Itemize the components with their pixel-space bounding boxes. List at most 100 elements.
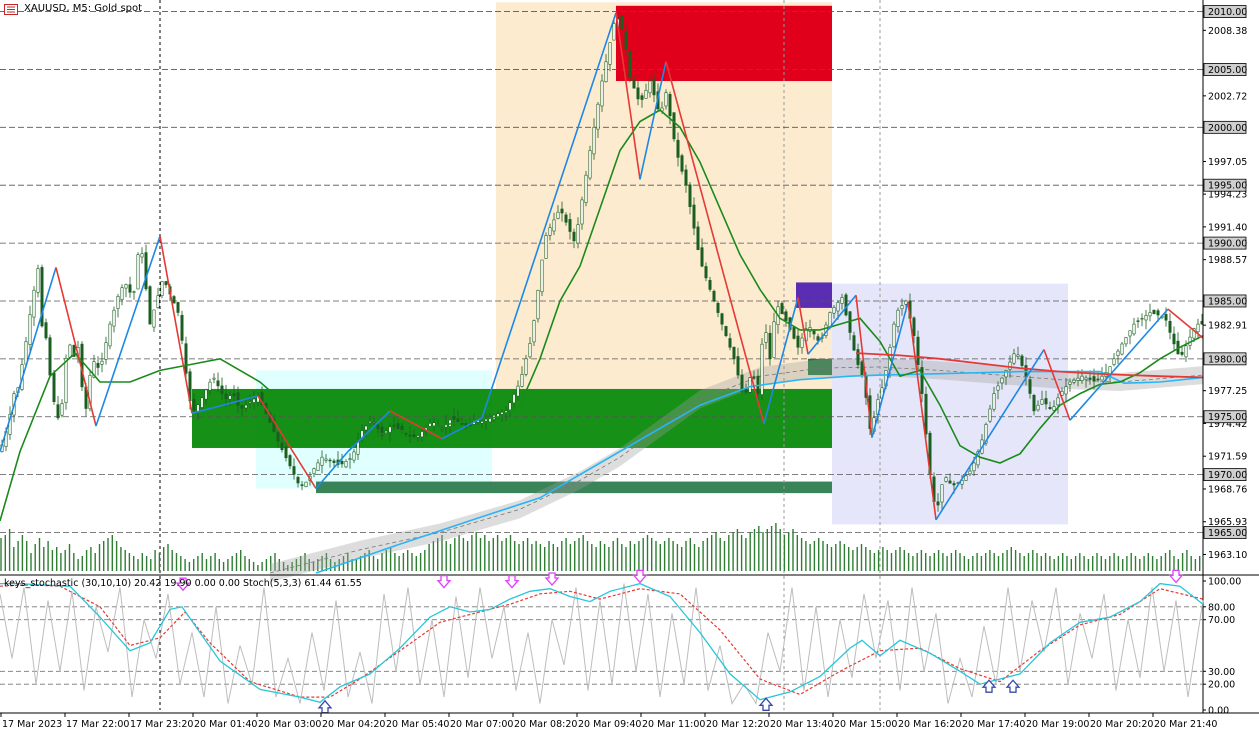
candle-body [720, 313, 724, 325]
candle-body [368, 421, 372, 424]
candle-body [228, 395, 232, 400]
candle-body [372, 421, 376, 424]
candle-body [112, 309, 116, 327]
candle [1124, 337, 1128, 347]
level-label-text: 1985.00 [1208, 296, 1247, 307]
candle-body [936, 501, 940, 506]
candle-body [712, 290, 716, 302]
candle-body [528, 343, 532, 358]
level-label-text: 2000.00 [1208, 123, 1247, 134]
candle-body [96, 362, 100, 368]
candle-body [708, 279, 712, 290]
candle [60, 399, 64, 418]
candle-body [160, 281, 164, 296]
candle [1152, 309, 1156, 315]
candle-body [536, 289, 540, 320]
candle-body [992, 393, 996, 410]
candle-body [164, 281, 168, 286]
candle-body [416, 435, 420, 438]
level-label-text: 1995.00 [1208, 181, 1247, 192]
candle-body [120, 287, 124, 301]
candle-body [144, 252, 148, 290]
candle-body [692, 204, 696, 229]
candle-body [704, 266, 708, 279]
candle-body [252, 398, 256, 403]
candle [116, 293, 120, 318]
candle-body [680, 155, 684, 172]
candle-body [60, 403, 64, 416]
candle-body [832, 307, 836, 314]
candle-body [924, 393, 928, 435]
candle [544, 232, 548, 259]
arrow-down-icon [504, 574, 520, 589]
candle-body [328, 459, 332, 462]
candle-body [640, 95, 644, 100]
candle-body [192, 398, 196, 411]
candle-body [304, 481, 308, 488]
candle [1148, 303, 1152, 322]
candle [28, 305, 32, 354]
candle-body [1012, 353, 1016, 364]
candle-body [148, 286, 152, 325]
candle-body [1112, 358, 1116, 365]
candle [1112, 353, 1116, 367]
candle-body [912, 317, 916, 336]
time-tick-label: 17 Mar 22:00 [66, 719, 129, 730]
candle [760, 338, 764, 400]
time-tick-label: 20 Mar 17:40 [962, 719, 1025, 730]
candle-body [104, 342, 108, 360]
time-tick-label: 17 Mar 2023 [2, 719, 62, 730]
candle-body [620, 15, 624, 30]
candle [44, 318, 48, 341]
price-tick-label: 1982.91 [1208, 321, 1247, 332]
candle [748, 377, 752, 394]
candle-body [972, 462, 976, 472]
candle [584, 171, 588, 207]
candle-body [1096, 378, 1100, 381]
candle-body [244, 404, 248, 409]
candle-body [220, 385, 224, 394]
candle-body [56, 404, 60, 419]
candle-body [52, 372, 56, 403]
candle-body [312, 468, 316, 474]
candle-body [376, 424, 380, 430]
candle [1136, 317, 1140, 328]
candle [680, 153, 684, 175]
candle-body [1032, 394, 1036, 412]
candle-body [556, 211, 560, 219]
candle-body [216, 380, 220, 387]
candle-body [696, 226, 700, 250]
candle [212, 373, 216, 384]
candle-body [296, 476, 300, 484]
candle-body [792, 327, 796, 339]
candle-body [560, 208, 564, 214]
candle [628, 49, 632, 82]
candle-body [612, 23, 616, 41]
candle [724, 325, 728, 338]
candle-body [440, 427, 444, 430]
candle-body [420, 431, 424, 438]
candle-body [240, 405, 244, 409]
candle-body [996, 385, 1000, 391]
candle-body [44, 322, 48, 339]
price-tick-label: 1963.10 [1208, 550, 1247, 561]
candle [100, 352, 104, 373]
candle-body [716, 302, 720, 313]
candle-body [36, 268, 40, 293]
candle-body [48, 337, 52, 376]
candle [304, 481, 308, 488]
time-tick-label: 20 Mar 03:00 [258, 719, 321, 730]
candle-body [764, 332, 768, 343]
candle-body [132, 291, 136, 293]
stoch-fast-line [0, 583, 1204, 705]
candle-body [1052, 406, 1056, 411]
arrow-down-icon [436, 574, 452, 589]
candle-body [1196, 323, 1200, 333]
candle-body [596, 103, 600, 130]
candle [164, 280, 168, 289]
candle-body [1064, 386, 1068, 395]
candle-body [588, 150, 592, 179]
candle-body [836, 302, 840, 312]
arrow-up-icon [981, 679, 997, 693]
candle-body [508, 402, 512, 411]
